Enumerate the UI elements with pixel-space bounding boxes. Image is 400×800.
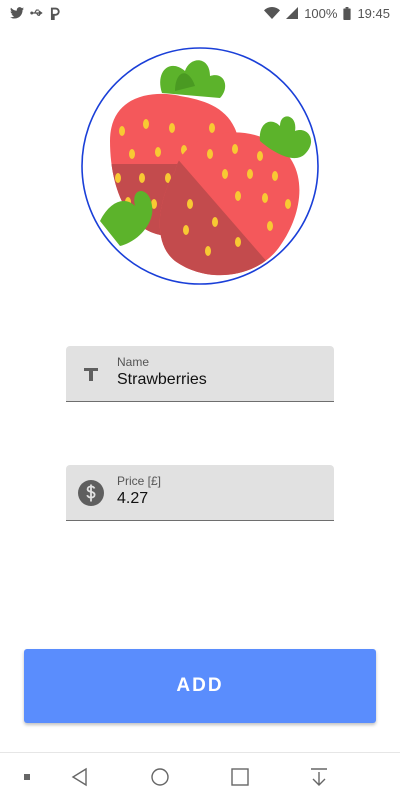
price-field[interactable]: Price [£]: [66, 465, 334, 521]
text-format-icon: [77, 360, 105, 388]
usb-icon: [30, 9, 43, 16]
back-icon[interactable]: [70, 767, 90, 787]
name-input[interactable]: [117, 371, 317, 389]
price-input[interactable]: [117, 490, 317, 508]
price-label: Price [£]: [117, 474, 162, 488]
recents-icon[interactable]: [230, 767, 250, 787]
home-icon[interactable]: [150, 767, 170, 787]
name-label: Name: [117, 355, 150, 369]
navigation-bar: [0, 752, 400, 800]
battery-percentage: 100%: [304, 5, 338, 21]
system-icons: 100% 19:45: [264, 6, 390, 21]
status-bar: 100% 19:45: [0, 0, 400, 26]
download-icon[interactable]: [309, 767, 329, 787]
twitter-icon: [10, 7, 24, 19]
wifi-icon: [264, 7, 281, 19]
notification-icons: [10, 7, 60, 20]
strawberries-icon: [81, 47, 319, 285]
battery-icon: [343, 6, 352, 20]
pinterest-icon: [50, 7, 60, 20]
name-field[interactable]: Name: [66, 346, 334, 402]
dollar-circle-icon: [77, 479, 105, 507]
product-image[interactable]: [80, 46, 320, 286]
menu-dot-icon[interactable]: [17, 767, 37, 787]
clock: 19:45: [357, 5, 390, 21]
signal-icon: [286, 7, 299, 19]
add-button[interactable]: ADD: [24, 649, 376, 723]
